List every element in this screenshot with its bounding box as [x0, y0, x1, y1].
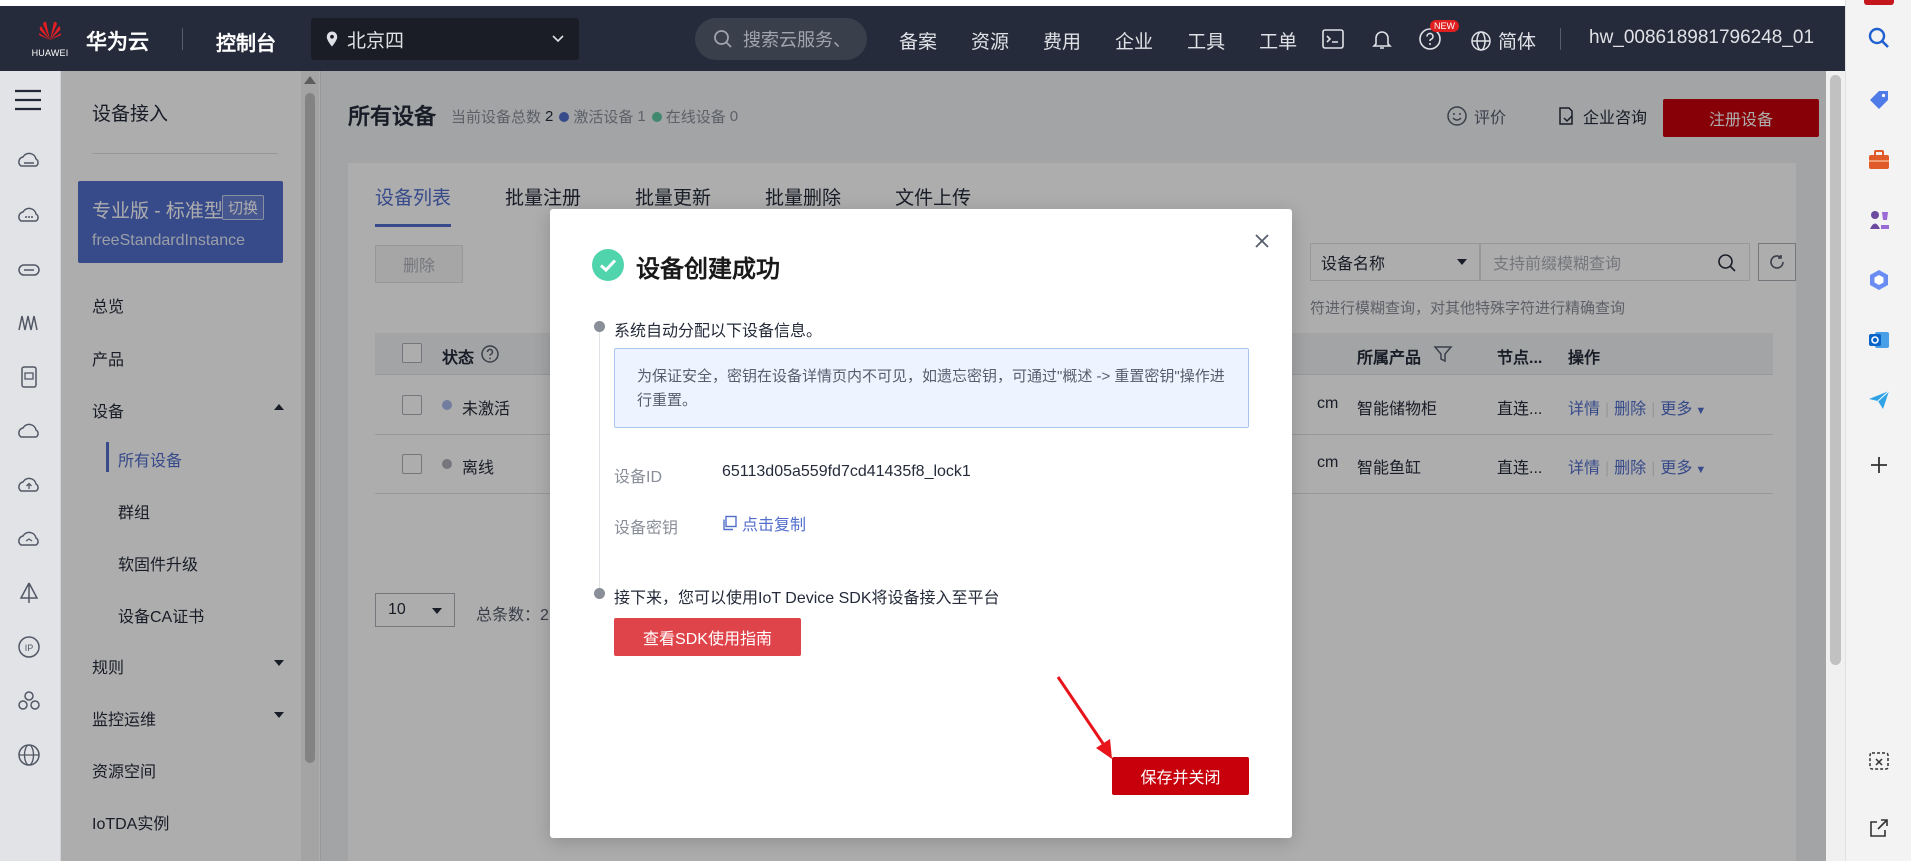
- user-account[interactable]: hw_008618981796248_01: [1589, 27, 1814, 49]
- logo-wordmark: HUAWEI: [31, 48, 69, 58]
- dialog-title: 设备创建成功: [636, 256, 780, 283]
- tag-icon[interactable]: [1867, 88, 1891, 112]
- close-icon[interactable]: [1252, 231, 1272, 251]
- sdk-guide-button[interactable]: 查看SDK使用指南: [614, 618, 801, 656]
- screenshot-icon[interactable]: [1867, 749, 1891, 773]
- chevron-down-icon: [552, 35, 564, 43]
- divider: [182, 28, 183, 50]
- brand-name[interactable]: 华为云: [86, 26, 149, 56]
- language-switch[interactable]: 简体: [1470, 27, 1536, 54]
- global-search[interactable]: 搜索云服务、: [695, 18, 867, 60]
- step2-text: 接下来，您可以使用IoT Device SDK将设备接入至平台: [614, 590, 1000, 607]
- region-selector[interactable]: 北京四: [311, 18, 579, 60]
- search-placeholder: 搜索云服务、: [743, 30, 851, 50]
- copy-secret-link[interactable]: 点击复制: [722, 511, 806, 535]
- success-check-icon: [592, 249, 624, 281]
- nav-enterprise[interactable]: 企业: [1115, 27, 1153, 54]
- globe-icon: [1471, 30, 1491, 51]
- external-link-icon[interactable]: [1867, 816, 1891, 840]
- nav-resources[interactable]: 资源: [971, 27, 1009, 54]
- step-connector: [599, 332, 600, 594]
- console-link[interactable]: 控制台: [216, 27, 276, 56]
- new-badge: NEW: [1430, 20, 1459, 32]
- region-label: 北京四: [347, 30, 405, 52]
- search-icon[interactable]: [1867, 26, 1891, 50]
- location-pin-icon: [326, 31, 338, 47]
- copy-icon: [723, 515, 737, 531]
- nav-tickets[interactable]: 工单: [1259, 27, 1297, 54]
- top-nav-links: 备案 资源 费用 企业 工具 工单: [899, 27, 1331, 54]
- nav-icp-filing[interactable]: 备案: [899, 27, 937, 54]
- annotation-arrow-icon: [1056, 676, 1112, 759]
- device-id-value: 65113d05a559fd7cd41435f8_lock1: [722, 463, 971, 480]
- top-navbar: HUAWEI 华为云 控制台 北京四 搜索云服务、 备案 资源 费用 企业 工具…: [0, 0, 1845, 71]
- secret-label: 设备密钥: [614, 520, 679, 537]
- briefcase-icon[interactable]: [1867, 148, 1891, 172]
- browser-sidebar: [1845, 0, 1911, 861]
- device-id-label: 设备ID: [614, 469, 663, 486]
- paper-plane-icon[interactable]: [1867, 388, 1891, 412]
- huawei-logo[interactable]: HUAWEI: [30, 18, 70, 60]
- outlook-icon[interactable]: [1867, 328, 1891, 352]
- search-icon: [714, 30, 732, 48]
- step-bullet: [594, 321, 605, 332]
- main-scrollbar[interactable]: [1826, 71, 1845, 861]
- language-label: 简体: [1498, 32, 1537, 53]
- bell-icon[interactable]: [1370, 27, 1394, 51]
- nav-billing[interactable]: 费用: [1043, 27, 1081, 54]
- modal-overlay-rail: [0, 71, 61, 861]
- copy-label: 点击复制: [742, 517, 807, 534]
- active-tab-strip: [1864, 0, 1894, 5]
- device-created-dialog: 设备创建成功 系统自动分配以下设备信息。 为保证安全，密钥在设备详情页内不可见，…: [550, 209, 1292, 838]
- save-and-close-button[interactable]: 保存并关闭: [1112, 757, 1249, 795]
- divider: [1560, 28, 1561, 50]
- security-notice: 为保证安全，密钥在设备详情页内不可见，如遗忘密钥，可通过"概述 -> 重置密钥"…: [614, 348, 1249, 428]
- chess-icon[interactable]: [1867, 208, 1891, 232]
- step1-text: 系统自动分配以下设备信息。: [614, 323, 823, 340]
- step-bullet: [594, 588, 605, 599]
- plus-icon[interactable]: [1867, 453, 1891, 477]
- copilot-icon[interactable]: [1867, 268, 1891, 292]
- nav-tools[interactable]: 工具: [1187, 27, 1225, 54]
- scrollbar-thumb[interactable]: [1830, 75, 1841, 665]
- huawei-petal-icon: [39, 21, 61, 40]
- terminal-icon[interactable]: [1321, 27, 1345, 51]
